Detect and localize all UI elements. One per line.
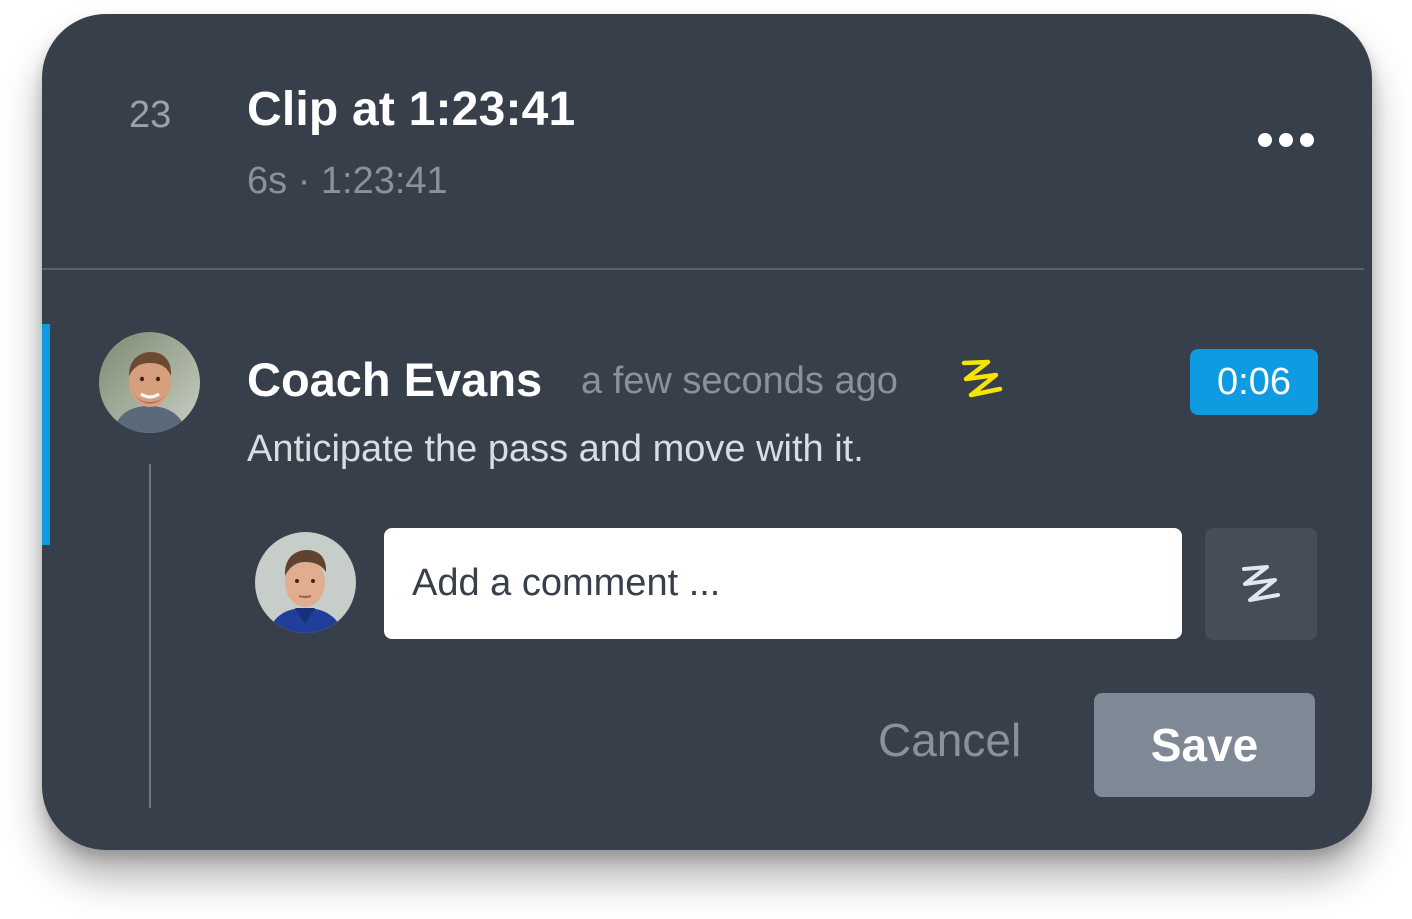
drawing-scribble-icon	[1242, 565, 1280, 602]
more-dot	[1300, 133, 1314, 147]
comment-timestamp-badge[interactable]: 0:06	[1190, 349, 1318, 415]
more-dot	[1258, 133, 1272, 147]
comment-text: Anticipate the pass and move with it.	[247, 428, 864, 470]
more-options-icon[interactable]	[1246, 118, 1326, 162]
more-dot	[1279, 133, 1293, 147]
comment-time: a few seconds ago	[581, 360, 898, 402]
drawing-scribble-icon	[958, 354, 1008, 404]
clip-meta: 6s · 1:23:41	[247, 160, 448, 202]
header-divider	[42, 268, 1364, 270]
comment-author: Coach Evans	[247, 353, 543, 406]
draw-button[interactable]	[1205, 528, 1317, 640]
clip-index: 23	[129, 94, 172, 136]
active-comment-indicator	[42, 324, 50, 545]
cancel-button[interactable]: Cancel	[878, 713, 1021, 767]
comment-input[interactable]	[384, 528, 1182, 639]
user-avatar	[255, 532, 356, 633]
clip-comment-card: 23 Clip at 1:23:41 6s · 1:23:41 Coach Ev…	[42, 14, 1372, 850]
coach-avatar	[99, 332, 200, 433]
clip-title: Clip at 1:23:41	[247, 83, 576, 136]
thread-line	[149, 464, 151, 808]
save-button[interactable]: Save	[1094, 693, 1315, 797]
